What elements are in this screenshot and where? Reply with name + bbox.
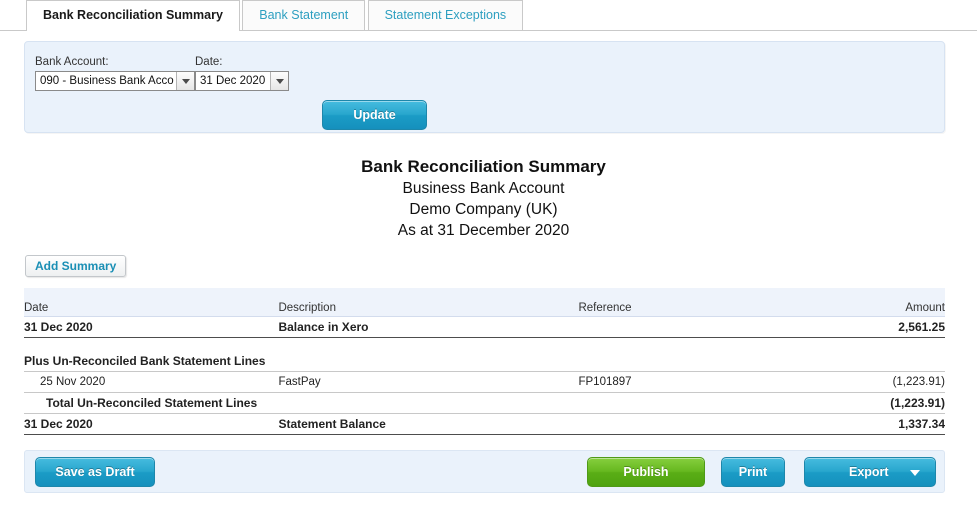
chevron-down-icon[interactable] <box>176 72 194 90</box>
cell-date: 31 Dec 2020 <box>24 413 279 435</box>
report-subtitle-account: Business Bank Account <box>402 180 565 197</box>
table-row: 31 Dec 2020 Statement Balance 1,337.34 <box>24 413 945 435</box>
cell-description: Statement Balance <box>278 413 579 435</box>
report-subtitle-company: Demo Company (UK) <box>409 201 558 218</box>
cell-description: FastPay <box>278 371 579 393</box>
table-spacer-row <box>24 338 945 352</box>
publish-button[interactable]: Publish <box>587 457 705 487</box>
chevron-down-icon[interactable] <box>270 72 288 90</box>
bank-account-value: 090 - Business Bank Acco <box>40 75 174 87</box>
cell-date: 25 Nov 2020 <box>24 371 279 393</box>
footer-action-bar: Save as Draft Publish Print Export <box>24 450 945 493</box>
date-value: 31 Dec 2020 <box>200 75 266 87</box>
print-button[interactable]: Print <box>721 457 785 487</box>
tab-statement-exceptions[interactable]: Statement Exceptions <box>367 0 524 30</box>
column-header-reference: Reference <box>578 288 823 317</box>
date-field: Date: 31 Dec 2020 <box>195 56 289 91</box>
export-button-label: Export <box>849 465 889 479</box>
bank-account-field: Bank Account: 090 - Business Bank Acco <box>35 56 195 91</box>
cell-reference <box>578 392 823 414</box>
tab-bank-statement[interactable]: Bank Statement <box>242 0 366 30</box>
update-button[interactable]: Update <box>322 100 427 130</box>
cell-amount: 2,561.25 <box>822 316 945 338</box>
bank-account-select[interactable]: 090 - Business Bank Acco <box>35 71 195 91</box>
cell-amount: 1,337.34 <box>822 413 945 435</box>
column-header-date: Date <box>24 288 279 317</box>
cell-date: 31 Dec 2020 <box>24 316 279 338</box>
table-row: 25 Nov 2020 FastPay FP101897 (1,223.91) <box>24 371 945 393</box>
date-label: Date: <box>195 56 223 68</box>
cell-amount: (1,223.91) <box>822 371 945 393</box>
save-as-draft-button[interactable]: Save as Draft <box>35 457 155 487</box>
chevron-down-icon[interactable] <box>910 470 920 476</box>
reconciliation-table: Date Description Reference Amount 31 Dec… <box>24 288 945 435</box>
filter-panel: Bank Account: 090 - Business Bank Acco D… <box>24 41 945 133</box>
page-title: Bank Reconciliation Summary <box>361 157 606 176</box>
table-total-row: Total Un-Reconciled Statement Lines (1,2… <box>24 392 945 414</box>
add-summary-button[interactable]: Add Summary <box>25 255 127 277</box>
cell-date: Total Un-Reconciled Statement Lines <box>24 392 279 414</box>
tab-bank-reconciliation-summary[interactable]: Bank Reconciliation Summary <box>26 0 240 31</box>
column-header-description: Description <box>278 288 579 317</box>
bank-account-label: Bank Account: <box>35 56 109 68</box>
cell-reference <box>578 413 823 435</box>
cell-reference <box>578 316 823 338</box>
table-row: 31 Dec 2020 Balance in Xero 2,561.25 <box>24 316 945 338</box>
table-header-row: Date Description Reference Amount <box>24 288 945 317</box>
column-header-amount: Amount <box>822 288 945 317</box>
table-section-heading-row: Plus Un-Reconciled Bank Statement Lines <box>24 351 945 372</box>
cell-description <box>278 392 579 414</box>
cell-section-heading: Plus Un-Reconciled Bank Statement Lines <box>24 354 266 368</box>
date-select[interactable]: 31 Dec 2020 <box>195 71 289 91</box>
tab-bar: Bank Reconciliation Summary Bank Stateme… <box>0 0 977 31</box>
cell-description: Balance in Xero <box>278 316 579 338</box>
cell-amount: (1,223.91) <box>822 392 945 414</box>
report-subtitle-date: As at 31 December 2020 <box>397 222 570 239</box>
report-heading: Bank Reconciliation Summary Business Ban… <box>0 156 967 241</box>
cell-reference: FP101897 <box>578 371 823 393</box>
export-button[interactable]: Export <box>804 457 936 487</box>
